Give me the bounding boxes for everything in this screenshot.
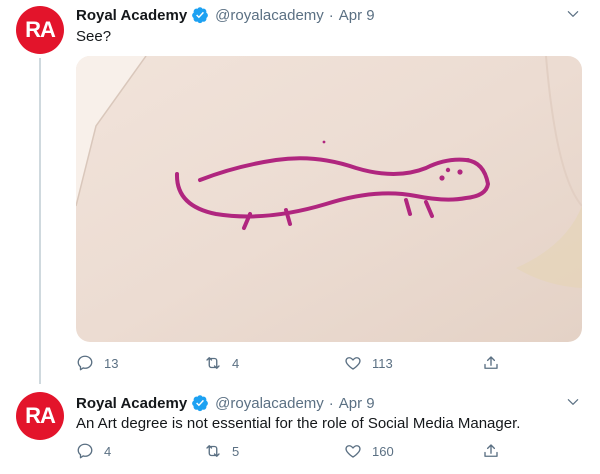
tweet-header: Royal Academy @royalacademy · Apr 9 [76,5,375,25]
like-count: 160 [372,443,394,459]
avatar[interactable]: RA [16,392,64,440]
retweet-button[interactable]: 4 [204,354,239,372]
tweet-actions: 4 5 160 [76,440,506,462]
tweet-actions: 13 4 113 [76,352,506,374]
reply-icon [77,443,93,459]
retweet-icon [206,445,220,457]
retweet-count: 5 [232,443,240,459]
tweet[interactable]: RA Royal Academy @royalacademy · Apr 9 S… [0,0,600,384]
avatar[interactable]: RA [16,6,64,54]
separator-dot: · [328,394,334,412]
like-button[interactable]: 160 [344,442,394,460]
share-button[interactable] [482,442,510,460]
thread-connector-line [39,58,41,384]
tweet-text: See? [76,28,112,45]
share-icon [484,444,498,457]
author-name[interactable]: Royal Academy [76,7,187,24]
tweet[interactable]: RA Royal Academy @royalacademy · Apr 9 A… [0,382,600,474]
author-name[interactable]: Royal Academy [76,395,187,412]
retweet-icon [206,357,220,369]
heart-icon [345,357,361,370]
reply-count: 13 [104,355,119,371]
reply-button[interactable]: 13 [76,354,118,372]
tweet-date[interactable]: Apr 9 [339,7,375,24]
heart-icon [345,445,361,458]
verified-badge-icon [192,7,209,24]
verified-badge-icon [192,395,209,412]
reply-count: 4 [104,443,112,459]
chevron-down-icon[interactable] [566,7,580,21]
author-handle[interactable]: @royalacademy [215,7,324,24]
reply-icon [77,355,93,371]
chevron-down-icon[interactable] [566,395,580,409]
retweet-count: 4 [232,355,240,371]
tweet-text: An Art degree is not essential for the r… [76,415,521,432]
reply-button[interactable]: 4 [76,442,111,460]
share-button[interactable] [482,354,510,372]
share-icon [484,356,498,369]
tweet-date[interactable]: Apr 9 [339,395,375,412]
separator-dot: · [328,6,334,24]
like-count: 113 [372,355,393,371]
photo-of-drawn-lizard-icon [76,56,582,342]
retweet-button[interactable]: 5 [204,442,239,460]
tweet-media-photo[interactable] [76,56,582,342]
author-handle[interactable]: @royalacademy [215,395,324,412]
like-button[interactable]: 113 [344,354,393,372]
tweet-header: Royal Academy @royalacademy · Apr 9 [76,393,375,413]
